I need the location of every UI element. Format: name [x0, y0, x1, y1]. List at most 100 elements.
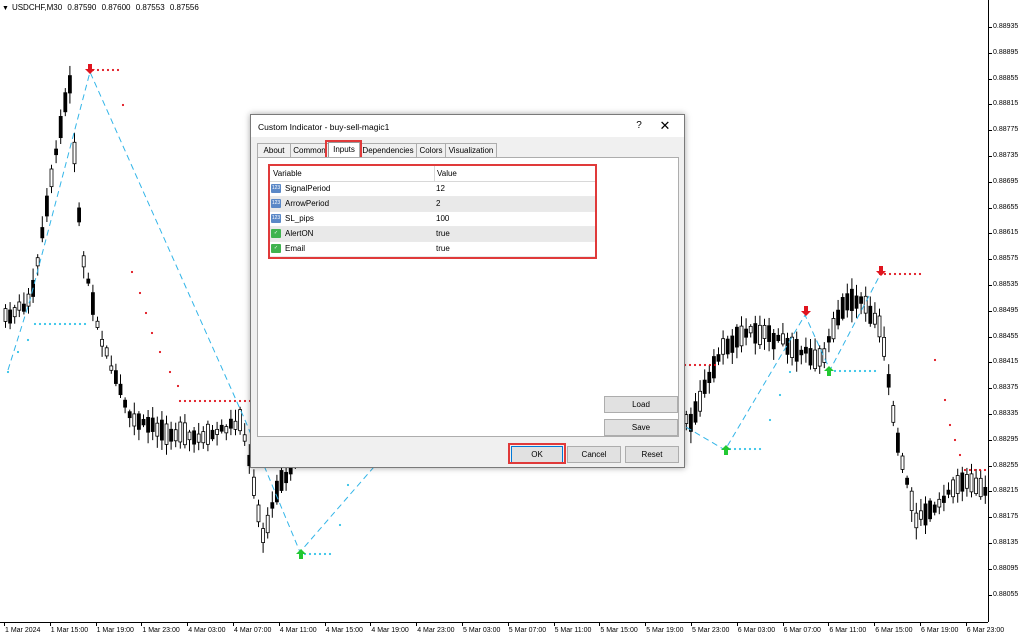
chart-header: ▼ USDCHF,M30 0.87590 0.87600 0.87553 0.87…	[2, 3, 202, 12]
time-axis[interactable]: 1 Mar 2024 1 Mar 15:00 1 Mar 19:00 1 Mar 23…	[0, 622, 1004, 640]
price-label: 0.88295	[993, 435, 1019, 443]
candle-body	[40, 227, 45, 239]
candle-body	[155, 422, 160, 437]
input-value[interactable]: 2	[436, 199, 440, 208]
sell-arrow-icon	[85, 64, 95, 74]
sell-level-dots	[233, 399, 237, 403]
buy-level-dots	[58, 322, 62, 326]
input-row-arrowperiod[interactable]: 123 ArrowPeriod 2	[270, 197, 595, 212]
price-tick	[989, 181, 992, 183]
sell-level-dots	[903, 272, 907, 276]
price-label: 0.88215	[993, 487, 1019, 495]
candle-body	[233, 420, 238, 430]
sell-level-dots	[106, 68, 110, 72]
buy-level-dots	[873, 369, 877, 373]
candle-body	[748, 325, 753, 334]
candle-body	[767, 325, 771, 342]
candle-body	[721, 338, 725, 355]
tab-about[interactable]: About	[257, 143, 291, 157]
candle-body	[817, 348, 822, 367]
chart-menu-caret-icon[interactable]: ▼	[2, 5, 9, 12]
buy-level-dots	[328, 552, 332, 556]
price-tick	[989, 568, 992, 570]
candle-body	[698, 390, 702, 412]
buy-trail-dot	[26, 338, 30, 342]
candle-body	[45, 195, 49, 217]
price-label: 0.88855	[993, 74, 1019, 82]
candle-body	[744, 328, 748, 338]
price-label: 0.88695	[993, 177, 1019, 185]
candle-body	[808, 348, 813, 366]
sell-level-dots	[698, 363, 702, 367]
sell-trail-dot	[953, 438, 957, 442]
candle-body	[270, 502, 275, 509]
tab-colors[interactable]: Colors	[416, 143, 446, 157]
input-row-sl-pips[interactable]: 123 SL_pips 100	[270, 212, 595, 227]
input-row-signalperiod[interactable]: 123 SignalPeriod 12	[270, 182, 595, 197]
candle-body	[707, 371, 712, 384]
candle-body	[265, 514, 270, 534]
tab-visualization[interactable]: Visualization	[445, 143, 497, 157]
boolean-type-icon: ✓	[271, 229, 281, 238]
sell-level-dots	[183, 399, 187, 403]
time-tick	[233, 623, 234, 626]
input-value[interactable]: 12	[436, 184, 445, 193]
time-tick	[370, 623, 372, 626]
buy-level-dots	[853, 369, 857, 373]
candle-body	[942, 495, 946, 503]
reset-button[interactable]: Reset	[625, 446, 679, 463]
candle-body	[192, 430, 197, 445]
candle-body	[284, 471, 289, 484]
input-row-email[interactable]: ✓ Email true	[270, 242, 595, 257]
candle-body	[81, 255, 86, 268]
candle-body	[735, 326, 739, 348]
load-button[interactable]: Load	[604, 396, 678, 413]
candle-body	[178, 421, 183, 443]
price-tick	[989, 439, 992, 441]
sell-level-dots	[178, 399, 182, 403]
price-label: 0.88575	[993, 255, 1019, 263]
sell-level-dots	[978, 468, 982, 472]
ok-button[interactable]: OK	[511, 446, 563, 463]
input-value[interactable]: 100	[436, 214, 449, 223]
dialog-titlebar[interactable]: Custom Indicator - buy-sell-magic1 ? ✕	[251, 115, 684, 137]
price-axis[interactable]: 0.88935 0.88895 0.88855 0.88815 0.88775 0.887…	[988, 0, 1024, 622]
sell-level-dots	[968, 468, 972, 472]
input-row-alerton[interactable]: ✓ AlertON true	[270, 227, 595, 242]
cancel-button[interactable]: Cancel	[567, 446, 621, 463]
time-label: 1 Mar 19:00	[96, 627, 134, 634]
time-label: 5 Mar 23:00	[692, 627, 730, 634]
candle-body	[150, 417, 155, 432]
candle-body	[164, 423, 169, 445]
integer-type-icon: 123	[271, 184, 281, 193]
buy-level-dots	[78, 322, 82, 326]
sell-level-dots	[111, 68, 115, 72]
header-variable: Variable	[273, 169, 302, 178]
tab-dependencies[interactable]: Dependencies	[359, 143, 417, 157]
price-label: 0.88135	[993, 539, 1019, 546]
candle-body	[100, 338, 104, 347]
sell-trail-dot	[958, 453, 962, 457]
candle-body	[863, 295, 868, 314]
time-tick	[736, 623, 738, 626]
candle-body	[771, 332, 776, 350]
input-value[interactable]: true	[436, 229, 450, 238]
sell-level-dots	[898, 272, 902, 276]
time-label: 4 Mar 19:00	[371, 627, 409, 634]
tab-common[interactable]: Common	[290, 143, 329, 157]
sell-level-dots	[213, 399, 217, 403]
candle-body	[955, 475, 960, 494]
inputs-table: Variable Value 123 SignalPeriod 12 123 Arrow…	[268, 164, 597, 259]
save-button[interactable]: Save	[604, 419, 678, 436]
time-label: 1 Mar 23:00	[142, 627, 180, 634]
candle-body	[256, 504, 261, 523]
tab-inputs[interactable]: Inputs	[328, 142, 360, 158]
candle-body	[196, 433, 201, 443]
buy-level-dots	[748, 447, 752, 451]
time-tick	[416, 623, 418, 626]
input-value[interactable]: true	[436, 244, 450, 253]
close-icon[interactable]: ✕	[657, 118, 673, 134]
candle-body	[146, 416, 151, 433]
candle-body	[790, 336, 794, 358]
help-icon[interactable]: ?	[631, 118, 647, 134]
